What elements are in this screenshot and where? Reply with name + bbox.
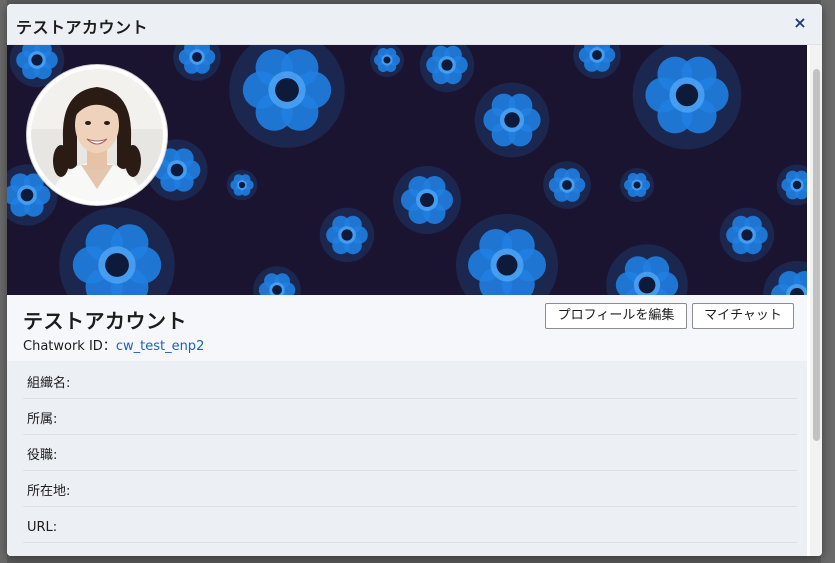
flower <box>606 244 688 295</box>
flower <box>573 45 621 79</box>
flower <box>393 166 461 234</box>
avatar-photo <box>31 69 163 201</box>
edit-profile-button[interactable]: プロフィールを編集 <box>545 303 687 329</box>
flower <box>632 45 742 150</box>
background-edge-right <box>821 0 835 563</box>
profile-modal: テストアカウント × テストアカウント Chatwork ID：cw_test_… <box>7 4 822 556</box>
my-chat-button[interactable]: マイチャット <box>692 303 794 329</box>
flower <box>253 266 301 295</box>
field-url: URL: <box>23 507 797 543</box>
flower <box>370 45 404 77</box>
flower <box>229 45 345 148</box>
flower <box>543 161 591 209</box>
modal-title: テストアカウント <box>16 18 149 37</box>
scrollbar[interactable] <box>810 45 822 556</box>
avatar <box>27 65 167 205</box>
profile-fields: 組織名: 所属: 役職: 所在地: URL: <box>23 363 797 543</box>
background-edge-left <box>0 0 7 563</box>
flower <box>719 207 775 263</box>
field-title: 役職: <box>23 435 797 471</box>
field-location: 所在地: <box>23 471 797 507</box>
flower <box>319 207 375 263</box>
scrollbar-thumb[interactable] <box>813 69 820 441</box>
close-icon[interactable]: × <box>790 13 810 33</box>
flower <box>226 169 258 201</box>
modal-body[interactable]: テストアカウント Chatwork ID：cw_test_enp2 プロフィール… <box>7 45 807 556</box>
modal-header: テストアカウント × <box>7 4 822 45</box>
profile-name: テストアカウント <box>23 309 187 333</box>
flower <box>763 261 807 295</box>
chatwork-id-label: Chatwork ID： <box>23 339 116 354</box>
flower <box>419 45 475 93</box>
flower <box>456 214 558 295</box>
flower <box>474 82 550 158</box>
flower <box>59 207 175 295</box>
field-organization: 組織名: <box>23 363 797 399</box>
field-department: 所属: <box>23 399 797 435</box>
flower <box>173 45 221 81</box>
flower <box>776 164 807 206</box>
flower <box>620 168 654 202</box>
chatwork-id: Chatwork ID：cw_test_enp2 <box>23 335 204 354</box>
chatwork-id-link[interactable]: cw_test_enp2 <box>116 339 205 354</box>
profile-header: テストアカウント Chatwork ID：cw_test_enp2 プロフィール… <box>7 295 807 361</box>
